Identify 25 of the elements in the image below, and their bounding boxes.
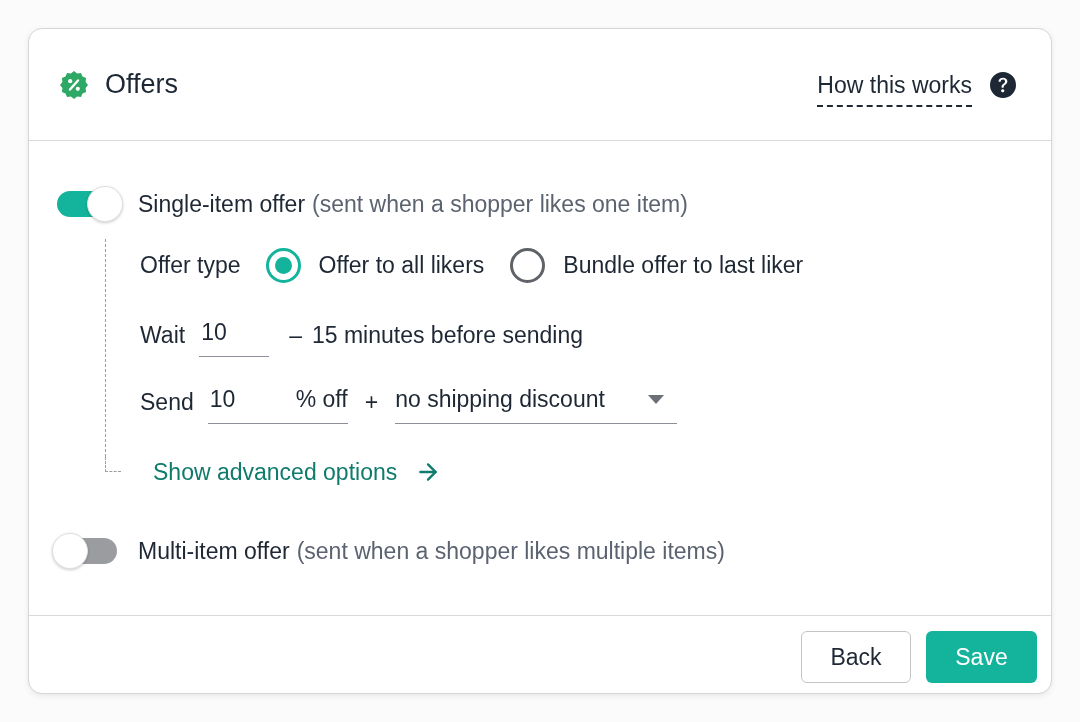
wait-text: 15 minutes before sending bbox=[311, 320, 584, 350]
wait-field[interactable]: 10 bbox=[199, 313, 270, 357]
offer-title: Multi-item offer bbox=[138, 536, 290, 566]
wait-label: Wait bbox=[140, 320, 186, 350]
unit-suffix: % off bbox=[295, 385, 348, 415]
discount-field[interactable]: 10 % off bbox=[207, 380, 348, 424]
range-dash: – bbox=[289, 320, 302, 350]
offer-note: (sent when a shopper likes multiple items) bbox=[296, 536, 725, 566]
radio-label[interactable]: Offer to all likers bbox=[318, 247, 485, 283]
percent-badge-icon bbox=[60, 70, 88, 99]
card-title: Offers bbox=[105, 68, 179, 102]
radio-label[interactable]: Bundle offer to last liker bbox=[563, 247, 804, 283]
back-button[interactable]: Back bbox=[801, 631, 911, 683]
offer-note: (sent when a shopper likes one item) bbox=[312, 189, 688, 219]
offer-type-label: Offer type bbox=[140, 250, 241, 280]
send-label: Send bbox=[140, 387, 194, 417]
help-icon bbox=[990, 71, 1016, 98]
caret-icon bbox=[648, 395, 665, 404]
radio-button[interactable] bbox=[265, 247, 301, 283]
offer-title: Single-item offer bbox=[138, 189, 306, 219]
advanced-options-link[interactable]: Show advanced options bbox=[153, 457, 442, 487]
shipping-select[interactable]: no shipping discount bbox=[395, 380, 678, 424]
radio-button[interactable] bbox=[510, 247, 546, 283]
plus-sign: + bbox=[364, 387, 379, 417]
how-it-works-link[interactable]: How this works bbox=[817, 67, 972, 108]
